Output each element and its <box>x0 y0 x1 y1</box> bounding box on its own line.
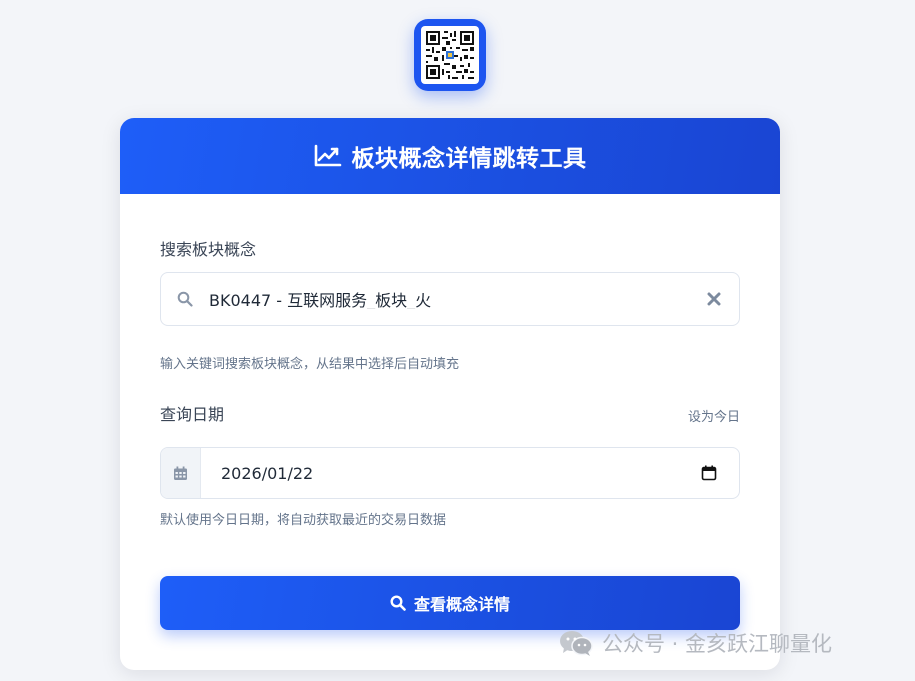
date-input[interactable]: 2026/01/22 <box>201 448 701 498</box>
set-today-link[interactable]: 设为今日 <box>688 406 740 425</box>
page: 板块概念详情跳转工具 搜索板块概念 输入关键词搜索板块概念，从结果中选择后自动填… <box>0 0 915 681</box>
search-hint: 输入关键词搜索板块概念，从结果中选择后自动填充 <box>160 357 460 372</box>
view-details-button[interactable]: 查看概念详情 <box>160 576 740 630</box>
search-icon <box>390 595 406 611</box>
watermark-text: 公众号 · 金亥跃江聊量化 <box>602 632 833 656</box>
watermark: 公众号 · 金亥跃江聊量化 <box>558 628 832 658</box>
search-label: 搜索板块概念 <box>160 240 257 259</box>
qr-code-logo <box>414 19 486 91</box>
wechat-icon <box>560 631 593 656</box>
calendar-icon <box>174 466 187 480</box>
search-icon <box>177 291 193 307</box>
view-details-label: 查看概念详情 <box>413 595 510 614</box>
search-field[interactable] <box>160 272 740 326</box>
chart-line-icon <box>314 144 341 167</box>
date-label: 查询日期 <box>160 405 225 424</box>
date-hint: 默认使用今日日期，将自动获取最近的交易日数据 <box>160 513 447 528</box>
page-title: 板块概念详情跳转工具 <box>351 146 587 172</box>
date-field[interactable]: 2026/01/22 <box>160 447 740 499</box>
qr-code-icon <box>424 29 476 81</box>
search-input[interactable] <box>209 289 679 309</box>
calendar-picker-icon[interactable] <box>701 465 717 481</box>
main-card: 板块概念详情跳转工具 搜索板块概念 输入关键词搜索板块概念，从结果中选择后自动填… <box>120 118 780 670</box>
clear-icon[interactable] <box>707 292 721 306</box>
card-header: 板块概念详情跳转工具 <box>120 118 780 194</box>
date-addon <box>161 448 201 498</box>
